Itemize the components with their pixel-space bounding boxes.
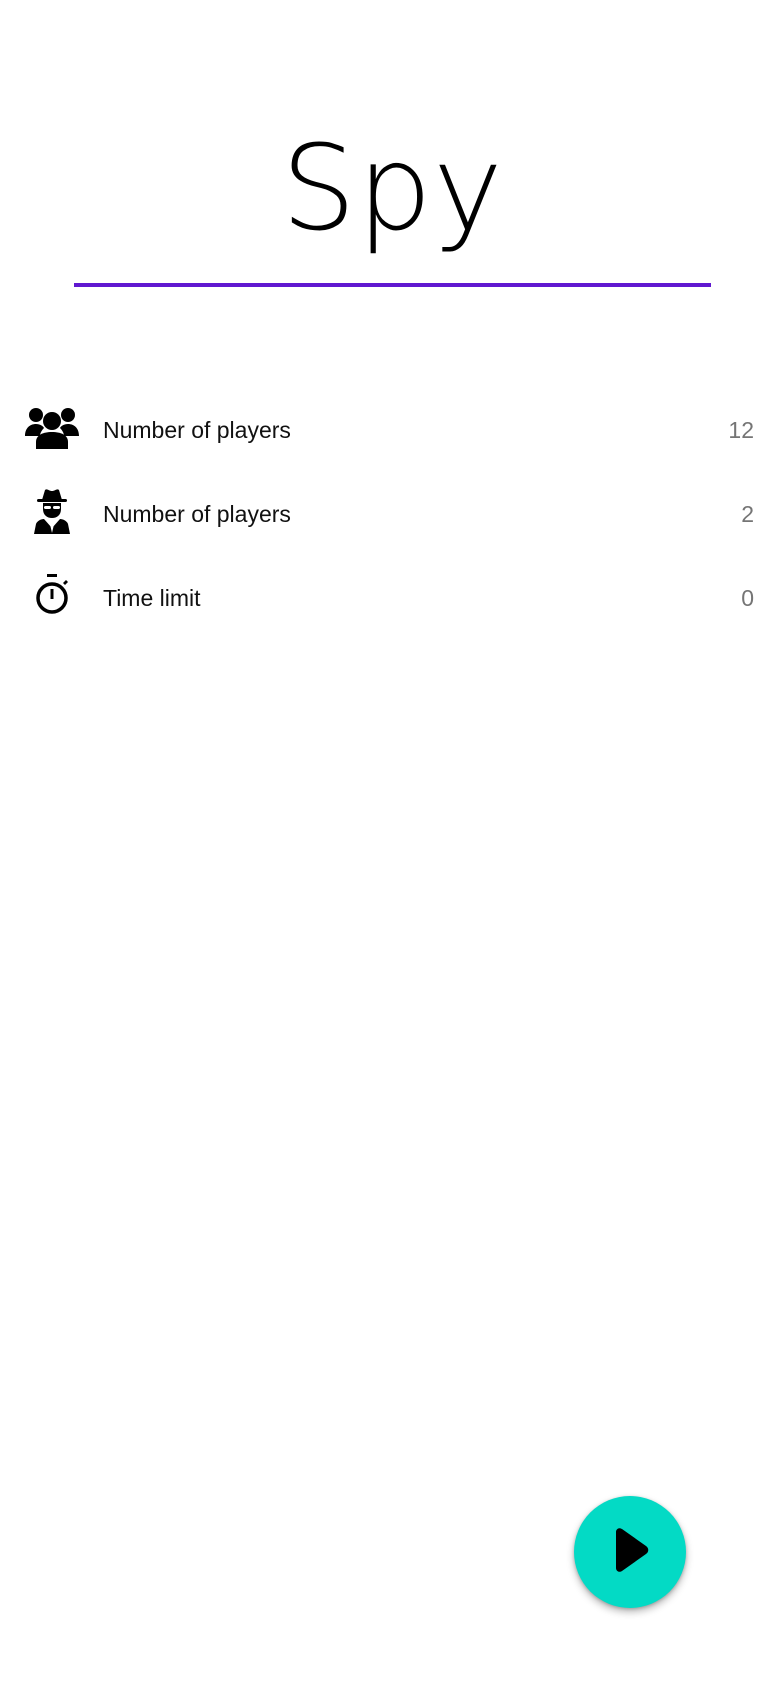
setting-value-spies: 2 bbox=[741, 501, 754, 527]
spy-icon bbox=[25, 488, 79, 536]
setting-row-spies[interactable]: Number of players 2 bbox=[0, 472, 782, 556]
title-field[interactable]: Spy bbox=[74, 100, 711, 288]
main-screen: Spy Number of players 12 Number of playe… bbox=[0, 0, 782, 1702]
start-game-button[interactable] bbox=[574, 1496, 686, 1608]
app-title: Spy bbox=[281, 119, 504, 257]
play-icon bbox=[610, 1527, 650, 1577]
setting-label-players: Number of players bbox=[103, 417, 291, 443]
setting-label-spies: Number of players bbox=[103, 501, 291, 527]
setting-value-time-limit: 0 bbox=[741, 585, 754, 611]
setting-row-time-limit[interactable]: Time limit 0 bbox=[0, 556, 782, 640]
setting-row-players[interactable]: Number of players 12 bbox=[0, 388, 782, 472]
timer-icon bbox=[25, 572, 79, 620]
settings-list: Number of players 12 Number of players 2 bbox=[0, 388, 782, 640]
group-icon bbox=[25, 404, 79, 452]
setting-label-time-limit: Time limit bbox=[103, 585, 201, 611]
setting-value-players: 12 bbox=[728, 417, 754, 443]
title-underline bbox=[74, 283, 711, 287]
